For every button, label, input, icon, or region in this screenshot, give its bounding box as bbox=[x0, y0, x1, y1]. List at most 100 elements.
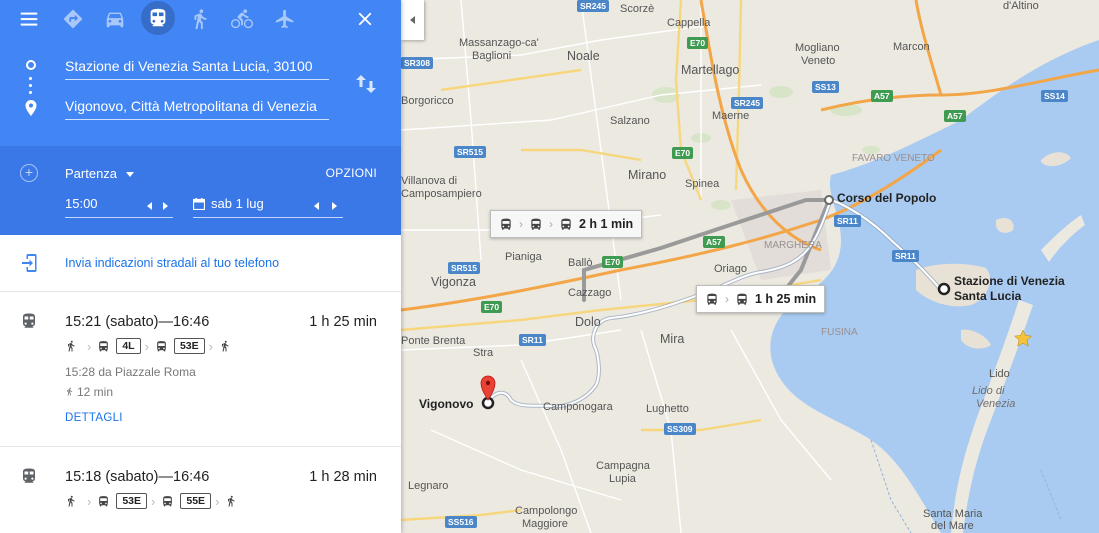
place-label: Lughetto bbox=[646, 403, 689, 415]
route-steps: › 4L › 53E › bbox=[65, 337, 237, 355]
walk-icon bbox=[67, 387, 73, 396]
swap-endpoints-button[interactable] bbox=[355, 72, 377, 96]
place-label: Venezia bbox=[976, 398, 1016, 410]
selected-route-callout[interactable]: › 1 h 25 min bbox=[696, 285, 826, 313]
route-option-1[interactable]: 15:21 (sabato)—16:46 1 h 25 min › 4L › 5… bbox=[0, 292, 401, 447]
bus-icon bbox=[155, 340, 168, 353]
waypoint-marker[interactable] bbox=[824, 195, 834, 205]
place-label: Pianiga bbox=[505, 251, 542, 263]
travel-mode-bar bbox=[0, 0, 401, 38]
origin-input[interactable]: Stazione di Venezia Santa Lucia, 30100 bbox=[65, 56, 329, 80]
chevron-right-icon[interactable] bbox=[163, 202, 168, 210]
place-label: d'Altino bbox=[1003, 0, 1039, 12]
origin-marker-ring[interactable] bbox=[937, 282, 951, 296]
send-to-phone-link[interactable]: Invia indicazioni stradali al tuo telefo… bbox=[65, 256, 279, 270]
close-directions-button[interactable] bbox=[349, 3, 381, 35]
destination-input[interactable]: Vigonovo, Città Metropolitana di Venezia bbox=[65, 96, 329, 120]
route-dot-icon bbox=[29, 91, 32, 94]
road-shield: A57 bbox=[703, 236, 725, 248]
mode-best-route-button[interactable] bbox=[57, 3, 89, 35]
collapse-panel-button[interactable] bbox=[401, 0, 424, 40]
add-destination-icon[interactable]: + bbox=[20, 164, 38, 182]
place-label: del Mare bbox=[931, 520, 974, 532]
origin-label: Stazione di Venezia Santa Lucia bbox=[954, 274, 1065, 303]
chevron-right-icon: › bbox=[208, 338, 213, 354]
place-label: Maggiore bbox=[522, 518, 568, 530]
mode-transit-button[interactable] bbox=[141, 1, 175, 35]
place-label: Camposampiero bbox=[401, 188, 482, 200]
district-label: FAVARO VENETO bbox=[852, 153, 935, 164]
chevron-right-icon: › bbox=[87, 493, 92, 509]
directions-panel: Stazione di Venezia Santa Lucia, 30100 V… bbox=[0, 0, 401, 533]
chevron-right-icon: › bbox=[519, 217, 523, 231]
map-canvas[interactable] bbox=[401, 0, 1099, 533]
chevron-right-icon: › bbox=[549, 217, 553, 231]
directions-diamond-icon bbox=[63, 9, 83, 29]
chevron-right-icon[interactable] bbox=[332, 202, 337, 210]
destination-label: Vigonovo bbox=[419, 397, 474, 411]
route-times: 15:18 (sabato)—16:46 bbox=[65, 469, 210, 485]
chevron-right-icon: › bbox=[215, 493, 220, 509]
road-shield: SR11 bbox=[519, 334, 546, 346]
road-shield: SR11 bbox=[892, 250, 919, 262]
mode-flight-button[interactable] bbox=[269, 3, 301, 35]
mode-walking-button[interactable] bbox=[184, 3, 216, 35]
options-button[interactable]: OPZIONI bbox=[326, 166, 377, 180]
chevron-left-icon[interactable] bbox=[314, 202, 319, 210]
place-label: Massanzago-ca' bbox=[459, 37, 539, 49]
place-label: Campagna bbox=[596, 460, 650, 472]
menu-button[interactable] bbox=[13, 3, 45, 35]
place-label: Santa Maria bbox=[923, 508, 983, 520]
bus-icon bbox=[561, 218, 571, 230]
origin-circle-icon bbox=[26, 60, 36, 70]
road-shield: E70 bbox=[481, 301, 503, 313]
walk-icon bbox=[65, 494, 77, 508]
alternative-route-callout[interactable]: › › 2 h 1 min bbox=[490, 210, 643, 238]
road-shield: A57 bbox=[871, 90, 893, 102]
road-shield: SS13 bbox=[812, 81, 839, 93]
swap-arrows-icon bbox=[356, 75, 376, 93]
departure-date-field[interactable]: sab 1 lug bbox=[193, 196, 343, 218]
departure-time-field[interactable]: 15:00 bbox=[65, 196, 173, 218]
place-label: Cazzago bbox=[568, 287, 612, 299]
callout-duration: 2 h 1 min bbox=[579, 217, 634, 231]
walk-icon bbox=[194, 9, 207, 30]
mode-car-button[interactable] bbox=[99, 3, 131, 35]
bus-line-badge: 53E bbox=[173, 338, 205, 354]
place-label: Ponte Brenta bbox=[401, 335, 466, 347]
road-shield: SR11 bbox=[834, 215, 861, 227]
road-shield: SR515 bbox=[448, 262, 480, 274]
place-label: Legnaro bbox=[408, 480, 449, 492]
chevron-right-icon: › bbox=[87, 338, 92, 354]
waypoint-label: Corso del Popolo bbox=[837, 191, 937, 205]
place-label: Spinea bbox=[685, 178, 720, 190]
chevron-down-icon[interactable] bbox=[126, 172, 134, 177]
mode-cycling-button[interactable] bbox=[226, 3, 258, 35]
district-label: MARGHERA bbox=[764, 240, 822, 251]
send-to-phone-row[interactable]: Invia indicazioni stradali al tuo telefo… bbox=[0, 235, 401, 292]
walk-duration: 12 min bbox=[77, 385, 114, 399]
place-label: Mogliano bbox=[795, 42, 840, 54]
place-label: Noale bbox=[567, 49, 600, 63]
place-label: Campolongo bbox=[515, 505, 578, 517]
departure-type-label[interactable]: Partenza bbox=[65, 166, 117, 181]
district-label: FUSINA bbox=[821, 327, 858, 338]
callout-duration: 1 h 25 min bbox=[755, 292, 817, 306]
place-label: Lupia bbox=[609, 473, 636, 485]
road-shield: SR245 bbox=[731, 97, 763, 109]
road-shield: SR515 bbox=[454, 146, 486, 158]
walk-icon bbox=[65, 339, 77, 353]
place-label: Ballò bbox=[568, 257, 593, 269]
road-shield: A57 bbox=[944, 110, 966, 122]
map-view[interactable]: SR245 E70 SR515 SR245 SS13 A57 SS14 A57 … bbox=[401, 0, 1099, 533]
place-label: Dolo bbox=[575, 315, 601, 329]
place-label: Mirano bbox=[628, 168, 667, 182]
details-link[interactable]: DETTAGLI bbox=[65, 412, 123, 424]
bus-line-badge: 53E bbox=[116, 493, 148, 509]
train-icon bbox=[20, 466, 38, 486]
chevron-left-icon[interactable] bbox=[147, 202, 152, 210]
departure-time-value: 15:00 bbox=[65, 196, 98, 211]
chevron-left-icon bbox=[410, 16, 415, 24]
place-label: Cappella bbox=[667, 17, 711, 29]
route-option-2[interactable]: 15:18 (sabato)—16:46 1 h 28 min › 53E › … bbox=[0, 447, 401, 533]
